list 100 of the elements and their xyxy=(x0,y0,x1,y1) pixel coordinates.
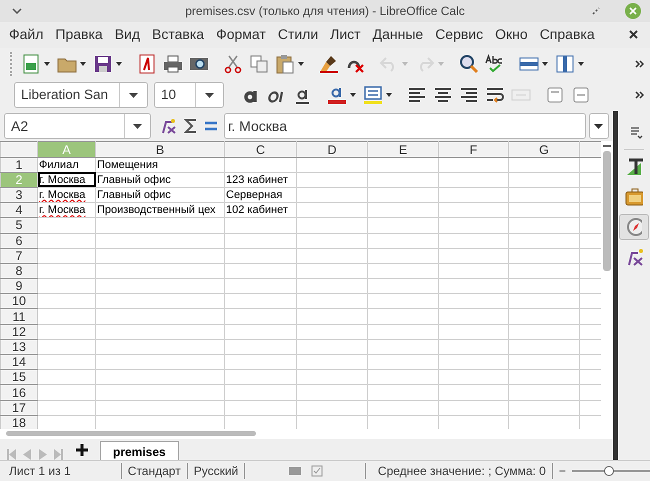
row-header[interactable]: 10 xyxy=(0,294,38,309)
column-header[interactable]: F xyxy=(438,142,508,158)
align-top-icon[interactable] xyxy=(545,85,565,106)
dropdown-arrow-icon[interactable] xyxy=(297,60,305,67)
add-sheet-icon[interactable] xyxy=(76,444,88,456)
sum-icon[interactable] xyxy=(184,118,198,134)
menu-item[interactable]: Вставка xyxy=(146,22,210,48)
column-header[interactable]: D xyxy=(296,142,368,158)
table-cell[interactable]: г. Москва xyxy=(38,172,96,188)
expand-formula-button[interactable] xyxy=(588,113,608,140)
pdf-icon[interactable] xyxy=(137,54,157,74)
caret-icon[interactable] xyxy=(129,92,138,98)
dropdown-arrow-icon[interactable] xyxy=(385,92,393,98)
gallery-icon[interactable] xyxy=(624,187,643,208)
menu-item[interactable]: Лист xyxy=(324,22,367,48)
row-header[interactable]: 12 xyxy=(0,324,38,340)
close-document-icon[interactable] xyxy=(629,30,638,40)
close-icon[interactable] xyxy=(624,2,642,20)
row-header[interactable]: 15 xyxy=(0,370,38,385)
row-header[interactable]: 4 xyxy=(0,202,38,218)
row-header[interactable]: 13 xyxy=(0,339,38,355)
clipboard-icon[interactable] xyxy=(275,54,295,74)
caret-icon[interactable] xyxy=(133,124,142,129)
formula-input[interactable]: г. Москва xyxy=(224,113,586,140)
dropdown-arrow-icon[interactable] xyxy=(79,60,87,67)
column-header[interactable]: G xyxy=(508,142,580,158)
copy-icon[interactable] xyxy=(249,54,269,74)
menu-item[interactable]: Окно xyxy=(489,22,534,48)
insert-columns-icon[interactable] xyxy=(555,54,575,74)
wrap-text-icon[interactable] xyxy=(485,85,505,106)
window-menu-icon[interactable] xyxy=(12,8,22,14)
spelling-icon[interactable] xyxy=(485,54,505,74)
font-color-icon[interactable] xyxy=(327,85,347,106)
function-wizard-icon[interactable] xyxy=(160,118,178,134)
menu-item[interactable]: Файл xyxy=(3,22,50,48)
table-cell[interactable]: Филиал xyxy=(38,157,96,172)
find-replace-icon[interactable] xyxy=(459,54,479,74)
equals-icon[interactable] xyxy=(204,121,218,132)
row-header[interactable]: 18 xyxy=(0,415,38,430)
dropdown-arrow-icon[interactable] xyxy=(43,60,51,67)
table-cell[interactable]: 123 кабинет xyxy=(224,172,296,188)
table-cell[interactable]: Серверная xyxy=(224,187,296,203)
styles-icon[interactable] xyxy=(624,157,643,178)
menu-item[interactable]: Вид xyxy=(108,22,146,48)
table-cell[interactable]: Главный офис xyxy=(96,187,224,203)
table-cell[interactable]: г. Москва xyxy=(38,202,96,218)
table-cell[interactable]: 102 кабинет xyxy=(224,202,296,218)
highlight-icon[interactable] xyxy=(363,85,383,106)
column-header[interactable]: B xyxy=(96,142,224,158)
row-header[interactable]: 3 xyxy=(0,187,38,203)
language: Русский xyxy=(188,463,246,480)
paintbrush-icon[interactable] xyxy=(319,54,339,74)
caret-icon[interactable] xyxy=(594,124,603,129)
minimize-icon[interactable] xyxy=(592,7,600,15)
select-all-corner[interactable] xyxy=(0,142,38,158)
menu-item[interactable]: Данные xyxy=(366,22,430,48)
zoom-slider-thumb[interactable] xyxy=(604,466,614,476)
font-name-box[interactable]: Liberation San xyxy=(14,82,148,108)
dropdown-arrow-icon[interactable] xyxy=(577,60,585,67)
table-cell[interactable]: Производственный цех xyxy=(96,202,224,218)
menu-item[interactable]: Стили xyxy=(272,22,324,48)
new-spreadsheet-icon[interactable] xyxy=(21,54,41,74)
row-header[interactable]: 8 xyxy=(0,263,38,279)
row-header[interactable]: 7 xyxy=(0,248,38,264)
more-tools-icon[interactable] xyxy=(635,91,644,100)
caret-icon[interactable] xyxy=(205,92,214,98)
table-cell[interactable]: г. Москва xyxy=(38,187,96,203)
dropdown-arrow-icon[interactable] xyxy=(541,60,549,67)
compass-icon[interactable] xyxy=(626,217,642,238)
sheet-count: Лист 1 из 1 xyxy=(3,463,122,480)
row-header[interactable]: 1 xyxy=(0,157,38,172)
dropdown-arrow-icon[interactable] xyxy=(115,60,123,67)
menu-item[interactable]: Правка xyxy=(49,22,109,48)
name-box[interactable]: A2 xyxy=(4,113,151,140)
row-header[interactable]: 14 xyxy=(0,354,38,370)
printer-icon[interactable] xyxy=(163,54,183,74)
column-header[interactable]: C xyxy=(224,142,296,158)
row-header[interactable]: 17 xyxy=(0,400,38,416)
table-cell[interactable]: Главный офис xyxy=(96,172,224,188)
dropdown-arrow-icon[interactable] xyxy=(349,92,357,98)
menu-item[interactable]: Справка xyxy=(534,22,601,48)
compass-button[interactable] xyxy=(618,214,649,240)
row-header[interactable]: 16 xyxy=(0,384,38,400)
sheet-tab[interactable]: premises xyxy=(100,441,179,460)
menu-item[interactable]: Формат xyxy=(210,22,272,48)
column-header[interactable]: E xyxy=(368,142,438,158)
horizontal-scrollbar-thumb[interactable] xyxy=(6,431,256,436)
scissors-icon[interactable] xyxy=(223,54,243,74)
table-cell[interactable]: Помещения xyxy=(96,157,224,172)
menu-item[interactable]: Сервис xyxy=(429,22,490,48)
more-tools-icon[interactable] xyxy=(635,60,644,68)
vertical-scrollbar-thumb[interactable] xyxy=(602,151,610,272)
save-icon[interactable] xyxy=(93,54,113,74)
row-header[interactable]: 6 xyxy=(0,233,38,248)
font-size-box[interactable]: 10 xyxy=(154,82,224,108)
row-header[interactable]: 5 xyxy=(0,218,38,234)
row-header[interactable]: 11 xyxy=(0,308,38,324)
zoom-out-button[interactable]: − xyxy=(558,462,566,480)
align-middle-icon[interactable] xyxy=(571,85,591,106)
row-header[interactable]: 9 xyxy=(0,278,38,294)
